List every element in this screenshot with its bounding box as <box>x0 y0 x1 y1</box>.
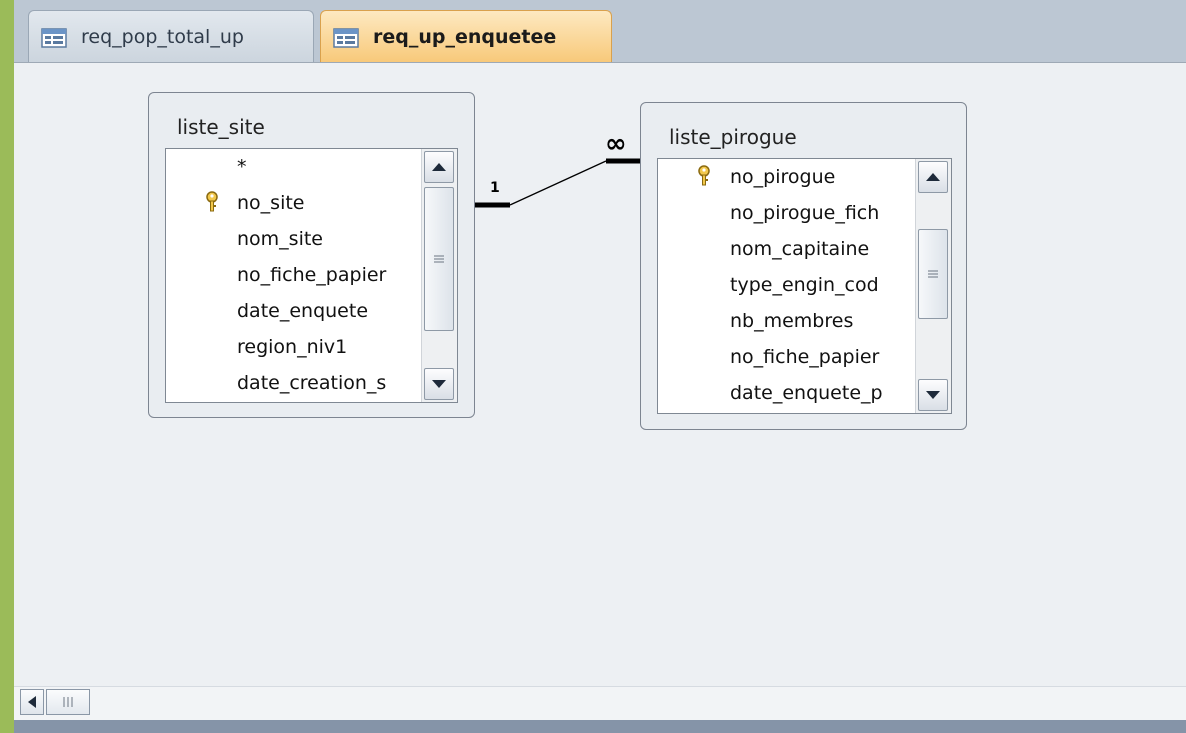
field-label: * <box>237 156 247 178</box>
scroll-thumb[interactable] <box>424 187 454 331</box>
field-label: no_pirogue_fich <box>730 202 880 224</box>
field-row[interactable]: date_enquete <box>166 293 421 329</box>
triangle-up-icon <box>926 173 940 181</box>
field-list[interactable]: * no_site nom_site no_fiche_papier date_… <box>165 148 458 403</box>
horizontal-scrollbar[interactable] <box>14 686 1186 721</box>
tab-label: req_up_enquetee <box>373 25 557 48</box>
field-row[interactable]: type_engin_cod <box>658 267 915 303</box>
table-title: liste_pirogue <box>669 125 797 149</box>
tab-req-up-enquetee[interactable]: req_up_enquetee <box>320 10 612 62</box>
many-side-label: ∞ <box>605 129 627 159</box>
field-list[interactable]: no_pirogue no_pirogue_fich nom_capitaine… <box>657 158 952 414</box>
field-row[interactable]: no_pirogue <box>658 159 915 195</box>
one-side-label: 1 <box>490 180 500 196</box>
field-label: date_enquete <box>237 300 369 322</box>
table-liste-site[interactable]: liste_site * no_site nom_site no_fiche_p… <box>148 92 475 418</box>
triangle-down-icon <box>926 391 940 399</box>
document-tab-bar: req_pop_total_up req_up_enquetee <box>14 0 1186 63</box>
query-icon <box>333 27 359 48</box>
triangle-up-icon <box>432 163 446 171</box>
query-design-canvas[interactable]: 1 ∞ liste_site * no_site nom_site no_fic… <box>14 63 1186 686</box>
scroll-left-button[interactable] <box>20 689 44 715</box>
field-row[interactable]: date_enquete_p <box>658 375 915 411</box>
vertical-scrollbar[interactable] <box>915 159 951 413</box>
field-label: date_enquete_p <box>730 382 883 404</box>
scroll-down-button[interactable] <box>424 368 454 400</box>
grip-icon <box>63 697 73 707</box>
field-label: nb_membres <box>730 310 854 332</box>
field-row[interactable]: nb_membres <box>658 303 915 339</box>
vertical-scrollbar[interactable] <box>421 149 457 402</box>
primary-key-icon <box>206 191 218 212</box>
field-label: no_fiche_papier <box>730 346 880 368</box>
scroll-thumb[interactable] <box>46 689 90 715</box>
scroll-up-button[interactable] <box>918 161 948 193</box>
field-label: region_niv1 <box>237 336 348 358</box>
field-label: type_engin_cod <box>730 274 879 296</box>
field-row[interactable]: no_site <box>166 185 421 221</box>
field-row[interactable]: nom_capitaine <box>658 231 915 267</box>
field-row[interactable]: no_pirogue_fich <box>658 195 915 231</box>
scroll-down-button[interactable] <box>918 379 948 411</box>
table-title: liste_site <box>177 115 265 139</box>
field-row[interactable]: no_fiche_papier <box>658 339 915 375</box>
triangle-down-icon <box>432 380 446 388</box>
status-bar <box>14 720 1186 733</box>
tab-req-pop-total-up[interactable]: req_pop_total_up <box>28 10 314 62</box>
field-label: nom_capitaine <box>730 238 870 260</box>
field-label: date_creation_s <box>237 372 387 394</box>
scroll-thumb[interactable] <box>918 229 948 319</box>
field-row[interactable]: region_niv1 <box>166 329 421 365</box>
field-label: no_site <box>237 192 305 214</box>
primary-key-icon <box>698 165 710 186</box>
field-label: no_fiche_papier <box>237 264 387 286</box>
triangle-left-icon <box>28 696 36 708</box>
field-row[interactable]: nom_site <box>166 221 421 257</box>
field-row[interactable]: * <box>166 149 421 185</box>
query-icon <box>41 27 67 48</box>
scroll-up-button[interactable] <box>424 151 454 183</box>
window-frame <box>0 0 14 733</box>
tab-label: req_pop_total_up <box>81 25 244 48</box>
grip-icon <box>434 255 444 263</box>
field-label: no_pirogue <box>730 166 836 188</box>
field-row[interactable]: no_fiche_papier <box>166 257 421 293</box>
field-row[interactable]: date_creation_s <box>166 365 421 401</box>
grip-icon <box>928 270 938 278</box>
field-label: nom_site <box>237 228 323 250</box>
table-liste-pirogue[interactable]: liste_pirogue no_pirogue no_pirogue_fich… <box>640 102 967 430</box>
